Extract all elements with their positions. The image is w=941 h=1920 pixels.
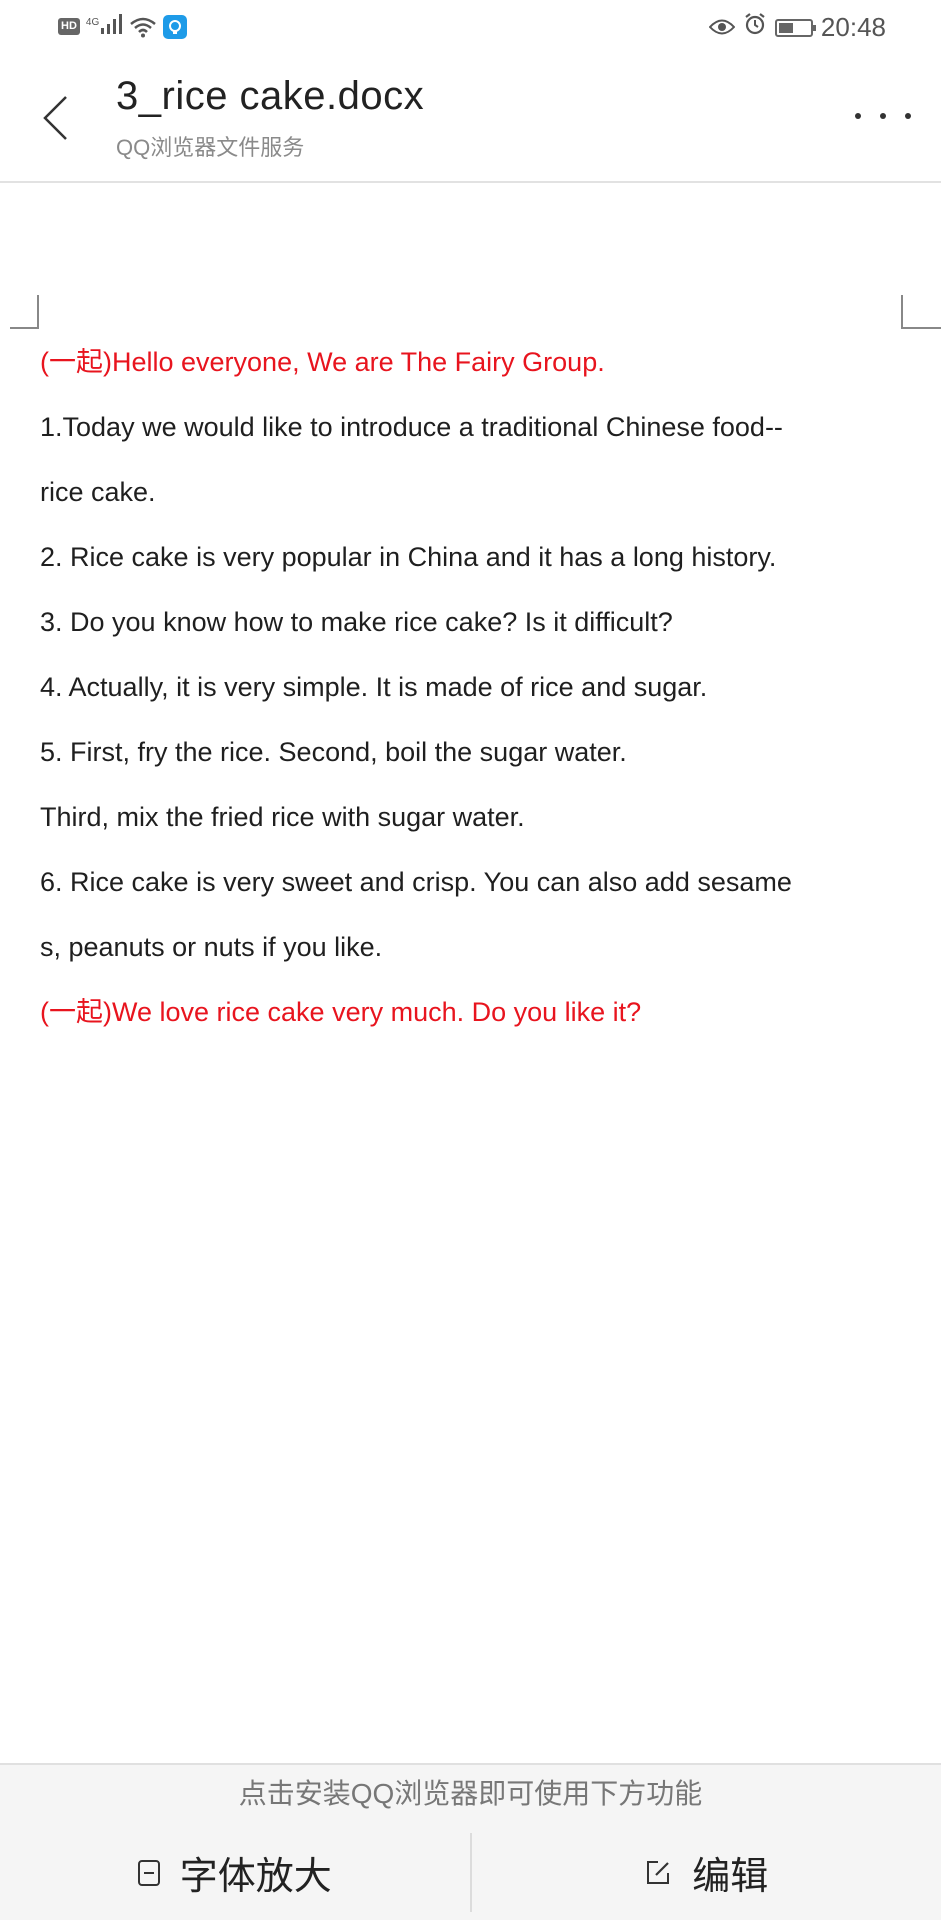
document-view[interactable]: (一起)Hello everyone, We are The Fairy Gro… [0,183,941,1763]
battery-level [778,22,793,33]
hd-badge: HD [58,18,80,35]
document-line: s, peanuts or nuts if you like. [40,932,383,962]
more-dot [855,113,861,119]
bottom-actions: 字体放大 编辑 [0,1823,941,1920]
document-line: 2. Rice cake is very popular in China an… [40,542,777,572]
network-type: 4G [85,17,100,28]
edit-icon [647,1860,670,1884]
battery-icon [774,18,816,37]
alarm-icon [743,12,767,43]
signal-icon [101,14,123,39]
font-enlarge-label: 字体放大 [179,1856,332,1898]
document-line: 4. Actually, it is very simple. It is ma… [40,672,708,702]
edit-label: 编辑 [692,1856,769,1898]
document-line: (一起)Hello everyone, We are The Fairy Gro… [40,347,605,377]
status-right: 20:48 [708,12,886,43]
back-button[interactable] [30,88,80,148]
bottom-bar: 点击安装QQ浏览器即可使用下方功能 字体放大 编辑 [0,1763,941,1920]
document-line: rice cake. [40,477,156,507]
status-time: 20:48 [820,12,886,42]
page-margin-corner-left [10,295,39,329]
page-margin-corner-right [901,295,941,329]
eye-icon [708,12,736,43]
document-subtitle: QQ浏览器文件服务 [116,135,305,160]
install-notice[interactable]: 点击安装QQ浏览器即可使用下方功能 [0,1765,941,1823]
app-notification-icon [163,14,188,39]
more-dot [880,113,886,119]
screen: HD 4G 20:48 3_rice cake.docx QQ浏览器文件服务 (… [0,0,941,1920]
status-bar: HD 4G 20:48 [0,0,941,58]
more-button[interactable] [855,96,911,136]
edit-button[interactable]: 编辑 [472,1823,941,1920]
document-line: 6. Rice cake is very sweet and crisp. Yo… [40,867,792,897]
document-title: 3_rice cake.docx [116,74,425,118]
document-line: Third, mix the fried rice with sugar wat… [40,802,525,832]
font-size-icon [137,1859,160,1886]
document-body: (一起)Hello everyone, We are The Fairy Gro… [40,330,920,1045]
document-line: (一起)We love rice cake very much. Do you … [40,997,642,1027]
status-left: HD 4G [58,14,188,39]
document-line: 1.Today we would like to introduce a tra… [40,412,783,442]
document-line: 3. Do you know how to make rice cake? Is… [40,607,673,637]
app-header: 3_rice cake.docx QQ浏览器文件服务 [0,58,941,183]
chevron-left-icon [43,96,67,140]
document-line: 5. First, fry the rice. Second, boil the… [40,737,627,767]
wifi-icon [129,16,157,38]
font-enlarge-button[interactable]: 字体放大 [0,1823,470,1920]
more-dot [905,113,911,119]
